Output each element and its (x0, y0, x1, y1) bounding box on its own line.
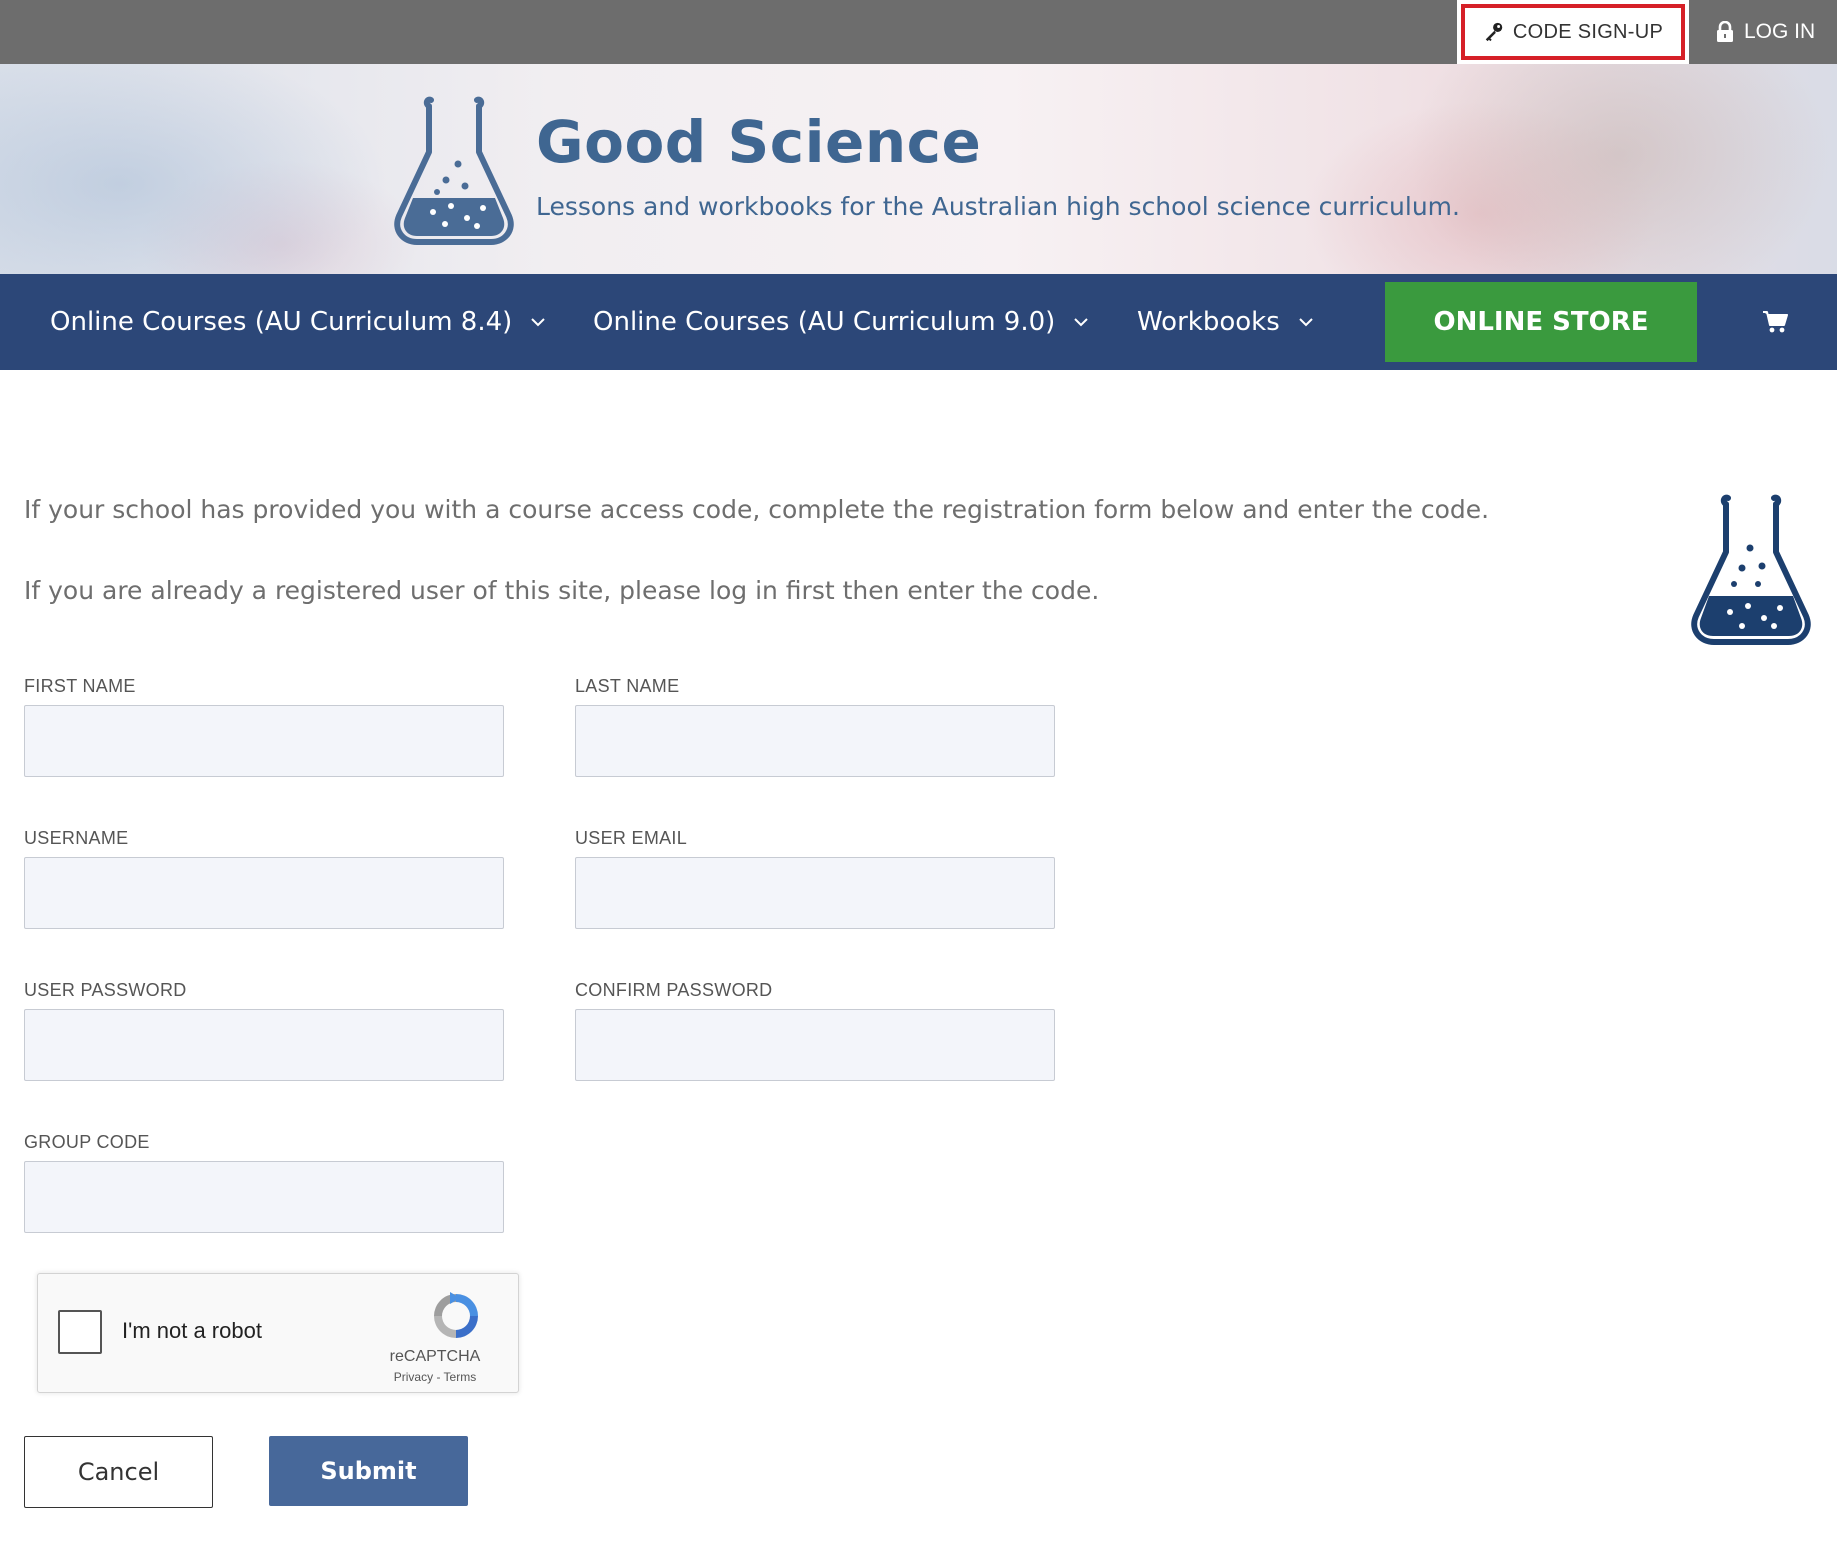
chevron-down-icon (1299, 318, 1313, 327)
recaptcha-brand: reCAPTCHA (389, 1348, 481, 1365)
code-signup-highlight[interactable]: CODE SIGN-UP (1461, 4, 1685, 60)
flask-logo-icon[interactable] (393, 94, 515, 246)
chevron-down-icon (531, 318, 545, 327)
recaptcha-privacy-terms-links[interactable]: Privacy - Terms (360, 1370, 510, 1384)
username-label: USERNAME (24, 828, 129, 848)
group-code-input[interactable] (24, 1161, 504, 1233)
intro-text-login-first: If you are already a registered user of … (24, 576, 1100, 605)
recaptcha-checkbox[interactable] (58, 1310, 102, 1354)
main-navigation: Online Courses (AU Curriculum 8.4) Onlin… (0, 274, 1837, 370)
nav-item-label: Online Courses (AU Curriculum 9.0) (593, 307, 1056, 337)
user-password-label: USER PASSWORD (24, 980, 187, 1000)
site-tagline: Lessons and workbooks for the Australian… (536, 192, 1460, 221)
recaptcha-logo-icon (434, 1292, 478, 1338)
chevron-down-icon (1074, 318, 1088, 327)
nav-item-workbooks[interactable]: Workbooks (1137, 274, 1314, 370)
recaptcha-label: I'm not a robot (122, 1318, 262, 1343)
login-label: LOG IN (1744, 20, 1816, 43)
last-name-input[interactable] (575, 705, 1055, 777)
site-banner: Good Science Lessons and workbooks for t… (0, 64, 1837, 274)
key-icon (1485, 22, 1503, 42)
cancel-button[interactable]: Cancel (24, 1436, 213, 1508)
online-store-button[interactable]: ONLINE STORE (1385, 282, 1697, 362)
last-name-label: LAST NAME (575, 676, 680, 696)
first-name-input[interactable] (24, 705, 504, 777)
flask-icon (1691, 494, 1811, 645)
cart-icon[interactable] (1762, 310, 1788, 334)
recaptcha-widget: I'm not a robot reCAPTCHA Privacy - Term… (37, 1273, 519, 1393)
nav-item-label: Online Courses (AU Curriculum 8.4) (50, 307, 513, 337)
confirm-password-label: CONFIRM PASSWORD (575, 980, 773, 1000)
confirm-password-input[interactable] (575, 1009, 1055, 1081)
user-email-input[interactable] (575, 857, 1055, 929)
user-email-label: USER EMAIL (575, 828, 688, 848)
group-code-label: GROUP CODE (24, 1132, 150, 1152)
site-title[interactable]: Good Science (536, 108, 981, 176)
user-password-input[interactable] (24, 1009, 504, 1081)
top-utility-bar: CODE SIGN-UP LOG IN (0, 0, 1837, 64)
login-link[interactable]: LOG IN (1716, 0, 1837, 64)
nav-item-courses-9-0[interactable]: Online Courses (AU Curriculum 9.0) (593, 274, 1089, 370)
code-signup-button[interactable]: CODE SIGN-UP (1457, 0, 1689, 64)
nav-item-courses-8-4[interactable]: Online Courses (AU Curriculum 8.4) (50, 274, 546, 370)
first-name-label: FIRST NAME (24, 676, 136, 696)
lock-icon (1717, 21, 1733, 42)
nav-item-label: Workbooks (1137, 307, 1280, 337)
submit-button[interactable]: Submit (269, 1436, 468, 1506)
username-input[interactable] (24, 857, 504, 929)
code-signup-label: CODE SIGN-UP (1512, 20, 1664, 43)
intro-text-access-code: If your school has provided you with a c… (24, 495, 1490, 524)
